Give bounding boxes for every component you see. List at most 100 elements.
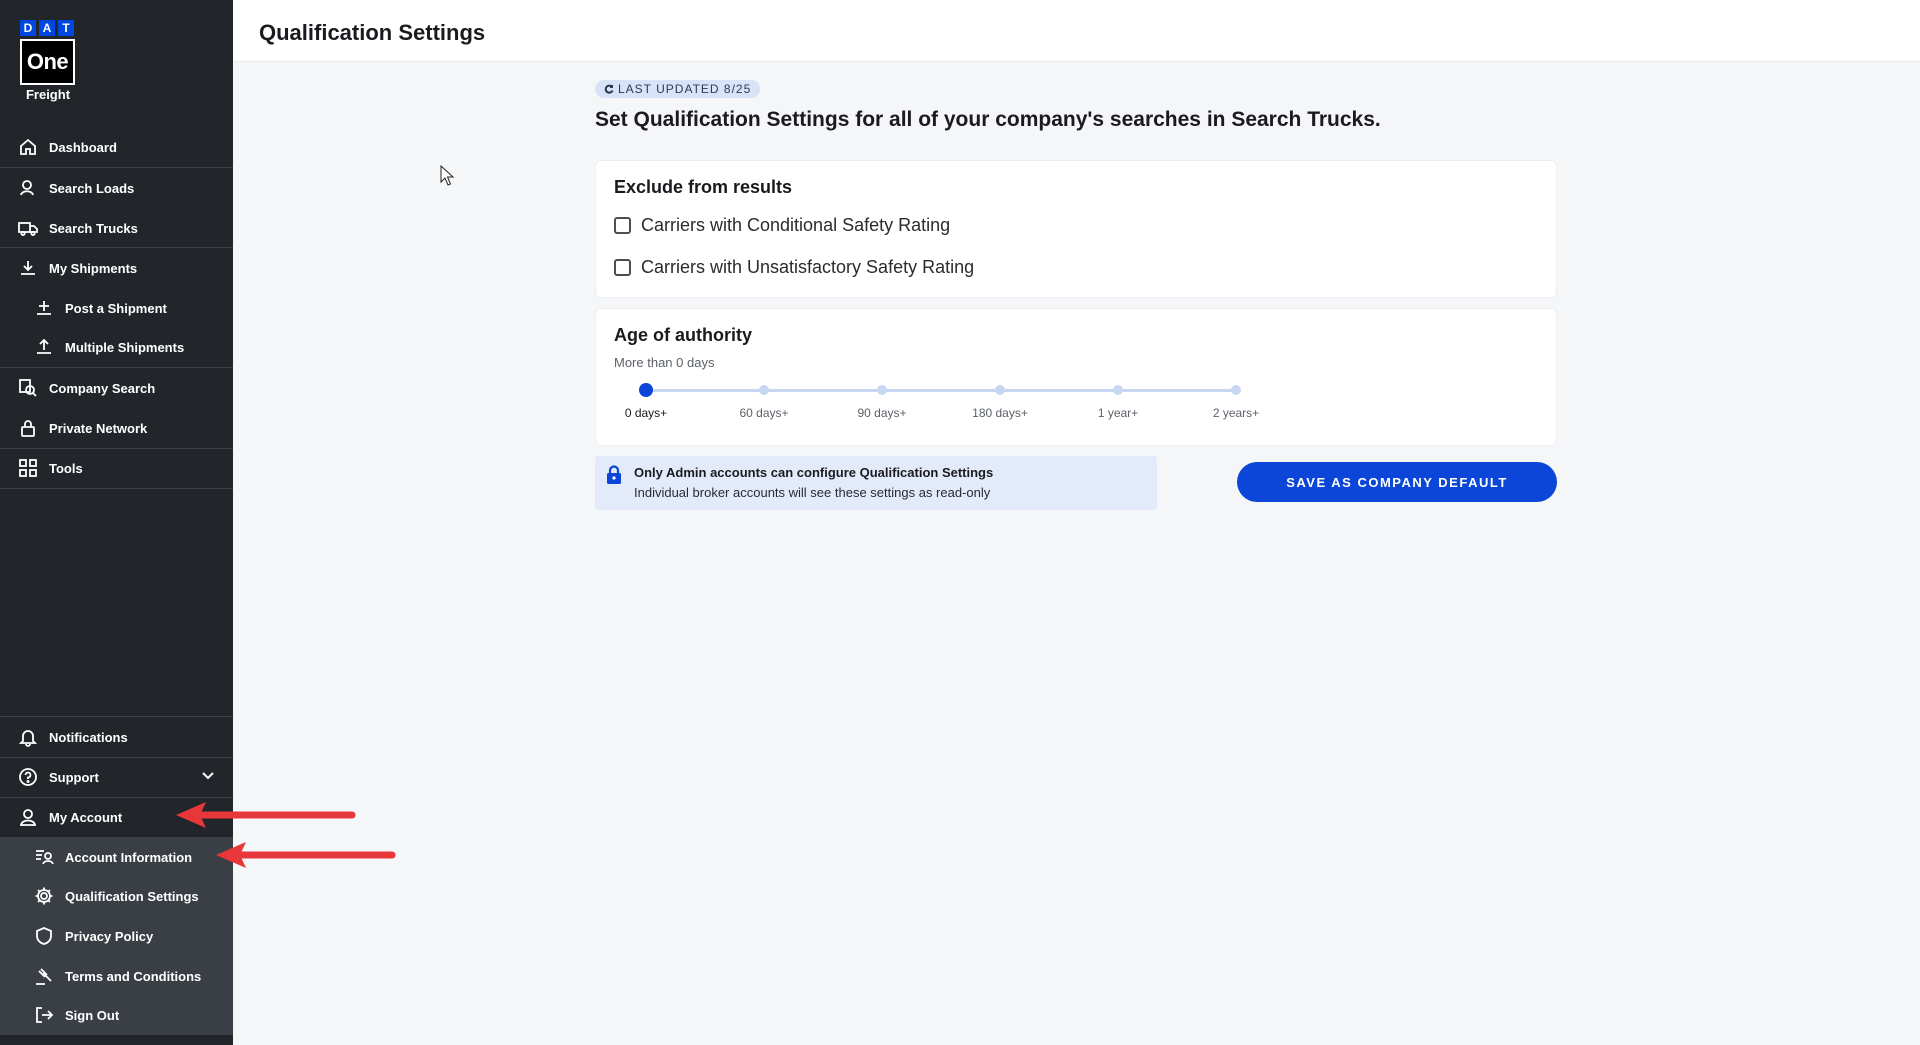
sidebar-item-label: Notifications	[49, 729, 128, 745]
sidebar-item-label: Qualification Settings	[65, 888, 199, 904]
slider-track[interactable]	[646, 389, 1236, 392]
bell-icon	[18, 727, 38, 747]
logo-dat-letters: D A T	[20, 20, 76, 36]
sidebar-item-notifications[interactable]: Notifications	[0, 717, 233, 757]
multiple-shipments-icon	[34, 337, 54, 357]
sidebar-item-label: Search Trucks	[49, 220, 138, 236]
sidebar-item-account-information[interactable]: Account Information	[0, 837, 233, 877]
home-icon	[18, 137, 38, 157]
logo-letter-a: A	[39, 20, 55, 36]
slider-tick-label[interactable]: 2 years+	[1213, 406, 1259, 420]
slider-tick[interactable]	[1231, 385, 1241, 395]
sidebar-item-sign-out[interactable]: Sign Out	[0, 995, 233, 1035]
logo-one: One	[20, 39, 75, 85]
exclude-title: Exclude from results	[614, 177, 793, 197]
sidebar-item-label: Tools	[49, 460, 83, 476]
unsatisfactory-safety-label: Carriers with Unsatisfactory Safety Rati…	[641, 257, 975, 277]
sidebar-item-label: Account Information	[65, 849, 193, 865]
sidebar-item-dashboard[interactable]: Dashboard	[0, 127, 233, 167]
sidebar-item-label: Post a Shipment	[65, 300, 167, 316]
conditional-safety-option[interactable]: Carriers with Conditional Safety Rating	[614, 215, 950, 236]
my-account-submenu: Account Information Qualification Settin…	[0, 837, 233, 1035]
admin-info-box: Only Admin accounts can configure Qualif…	[595, 456, 1157, 510]
lock-icon	[18, 418, 38, 438]
sidebar-item-label: Sign Out	[65, 1007, 120, 1023]
conditional-safety-label: Carriers with Conditional Safety Rating	[641, 215, 951, 235]
help-icon	[18, 767, 38, 787]
sidebar-item-label: Multiple Shipments	[65, 339, 185, 355]
sidebar-item-multiple-shipments[interactable]: Multiple Shipments	[0, 327, 233, 367]
sidebar-item-label: Search Loads	[49, 180, 135, 196]
dat-one-logo[interactable]: D A T One Freight	[20, 20, 76, 102]
sign-out-icon	[34, 1005, 54, 1025]
search-loads-icon	[18, 178, 38, 198]
account-info-icon	[34, 847, 54, 867]
user-icon	[18, 807, 38, 827]
info-title: Only Admin accounts can configure Qualif…	[634, 465, 994, 480]
slider-tick[interactable]	[759, 385, 769, 395]
sidebar-item-search-loads[interactable]: Search Loads	[0, 168, 233, 208]
slider-tick[interactable]	[1113, 385, 1123, 395]
grid-icon	[18, 458, 38, 478]
slider-tick[interactable]	[995, 385, 1005, 395]
annotation-arrow-account-information	[216, 842, 396, 868]
chevron-down-icon[interactable]	[201, 769, 215, 783]
settings-headline: Set Qualification Settings for all of yo…	[595, 108, 1381, 131]
sidebar-item-my-shipments[interactable]: My Shipments	[0, 248, 233, 288]
slider-thumb[interactable]	[639, 383, 653, 397]
page-header: Qualification Settings	[233, 0, 1920, 62]
last-updated-text: LAST UPDATED 8/25	[618, 82, 752, 96]
logo-letter-t: T	[58, 20, 74, 36]
sidebar-item-company-search[interactable]: Company Search	[0, 368, 233, 408]
sidebar-item-label: Company Search	[49, 380, 156, 396]
gear-icon	[34, 886, 54, 906]
age-of-authority-card: Age of authority More than 0 days 0 days…	[595, 308, 1557, 446]
sidebar-item-search-trucks[interactable]: Search Trucks	[0, 208, 233, 248]
company-search-icon	[18, 378, 38, 398]
sidebar: D A T One Freight Dashboard Search Loads…	[0, 0, 233, 1045]
info-description: Individual broker accounts will see thes…	[634, 485, 991, 500]
gavel-icon	[34, 966, 54, 986]
age-title: Age of authority	[614, 325, 752, 345]
main-content: LAST UPDATED 8/25 Set Qualification Sett…	[595, 80, 1557, 510]
refresh-icon	[604, 84, 614, 94]
age-subtitle: More than 0 days	[614, 355, 715, 370]
shield-icon	[34, 926, 54, 946]
last-updated-badge: LAST UPDATED 8/25	[595, 80, 761, 98]
sidebar-item-label: Private Network	[49, 420, 148, 436]
conditional-safety-checkbox[interactable]	[614, 217, 631, 234]
slider-tick[interactable]	[877, 385, 887, 395]
sidebar-item-label: Support	[49, 769, 99, 785]
sidebar-item-label: My Shipments	[49, 260, 138, 276]
annotation-arrow-my-account	[176, 802, 356, 828]
sidebar-item-privacy-policy[interactable]: Privacy Policy	[0, 916, 233, 956]
slider-tick-label[interactable]: 90 days+	[857, 406, 906, 420]
sidebar-item-tools[interactable]: Tools	[0, 448, 233, 488]
truck-icon	[18, 218, 38, 238]
post-shipment-icon	[34, 298, 54, 318]
exclude-card: Exclude from results Carriers with Condi…	[595, 160, 1557, 298]
sidebar-item-qualification-settings[interactable]: Qualification Settings	[0, 876, 233, 916]
sidebar-item-label: Terms and Conditions	[65, 968, 202, 984]
slider-tick-label[interactable]: 60 days+	[739, 406, 788, 420]
mouse-cursor-icon	[440, 165, 454, 186]
logo-freight: Freight	[25, 87, 71, 102]
sidebar-item-private-network[interactable]: Private Network	[0, 408, 233, 448]
slider-tick-label[interactable]: 1 year+	[1098, 406, 1138, 420]
sidebar-item-label: My Account	[49, 809, 123, 825]
page-title: Qualification Settings	[259, 20, 486, 45]
sidebar-item-label: Dashboard	[49, 139, 117, 155]
sidebar-item-terms-and-conditions[interactable]: Terms and Conditions	[0, 956, 233, 996]
shipments-icon	[18, 258, 38, 278]
sidebar-item-support[interactable]: Support	[0, 757, 233, 797]
sidebar-item-label: Privacy Policy	[65, 928, 154, 944]
sidebar-item-post-shipment[interactable]: Post a Shipment	[0, 288, 233, 328]
sidebar-divider	[0, 488, 233, 489]
unsatisfactory-safety-checkbox[interactable]	[614, 259, 631, 276]
logo-letter-d: D	[20, 20, 36, 36]
lock-icon	[605, 465, 623, 485]
save-as-company-default-button[interactable]: SAVE AS COMPANY DEFAULT	[1237, 462, 1557, 502]
slider-tick-label[interactable]: 180 days+	[972, 406, 1028, 420]
unsatisfactory-safety-option[interactable]: Carriers with Unsatisfactory Safety Rati…	[614, 257, 974, 278]
slider-tick-label[interactable]: 0 days+	[625, 406, 667, 420]
